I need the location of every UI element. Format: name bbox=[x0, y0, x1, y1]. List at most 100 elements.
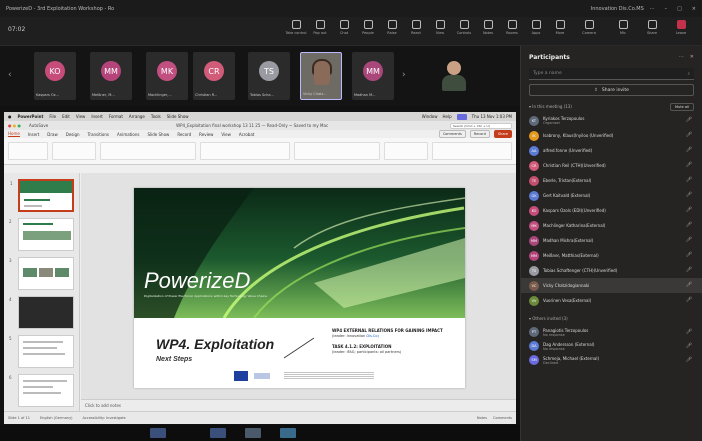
participant-row[interactable]: MM Madhan Mishra(External) 🎤︎ bbox=[521, 233, 702, 248]
participant-row[interactable]: KT Kyriakos Terzopoulos Organizer 🎤︎ bbox=[521, 113, 702, 128]
others-invited-section[interactable]: ▾ Others invited (3) bbox=[529, 314, 694, 323]
participant-row[interactable]: CR Christian Reil (CTH)(Unverified) 🎤︎ bbox=[521, 158, 702, 173]
participant-row[interactable]: PT Panagiotis Terzopoulos No response 🎤︎ bbox=[521, 325, 702, 339]
participant-row[interactable]: MM Meißner, Matthias(External) 🎤︎ bbox=[521, 248, 702, 263]
participant-row[interactable]: TE Eberle, Tristan(External) 🎤︎ bbox=[521, 173, 702, 188]
taskbar-app-icon[interactable] bbox=[150, 428, 166, 438]
menu-slideshow[interactable]: Slide Show bbox=[167, 114, 189, 119]
participant-video-tile[interactable]: Vicky Chatz... bbox=[300, 52, 342, 100]
font-group[interactable] bbox=[100, 142, 196, 160]
tab-design[interactable]: Design bbox=[66, 132, 80, 137]
autosave-toggle[interactable]: AutoSave bbox=[29, 123, 48, 128]
participant-search-input[interactable]: Type a name ⌕ bbox=[529, 68, 694, 80]
minimize-button[interactable]: – bbox=[665, 6, 668, 12]
slide-thumbnail[interactable]: 3 bbox=[9, 257, 74, 290]
close-button[interactable]: × bbox=[692, 6, 696, 12]
current-slide[interactable]: PowerizeD Digitalization of Power Electr… bbox=[134, 188, 465, 388]
chat-button[interactable]: Chat bbox=[332, 20, 356, 35]
more-options-button[interactable]: ··· bbox=[650, 6, 655, 12]
react-button[interactable]: React bbox=[404, 20, 428, 35]
taskbar-app-icon[interactable] bbox=[210, 428, 226, 438]
language-status[interactable]: English (Germany) bbox=[40, 416, 73, 420]
pop-out-button[interactable]: Pop out bbox=[308, 20, 332, 35]
mic-button[interactable]: Mic bbox=[606, 20, 640, 35]
gallery-next-icon[interactable]: › bbox=[402, 70, 406, 80]
apps-button[interactable]: Apps bbox=[524, 20, 548, 35]
participant-row[interactable]: AA alfred.fonne (Unverified) 🎤︎ bbox=[521, 143, 702, 158]
account-name[interactable]: Innovation Dis.Co.MS bbox=[591, 6, 644, 12]
view-button[interactable]: View bbox=[428, 20, 452, 35]
participant-tile[interactable]: MM Meißner, M... bbox=[90, 52, 132, 100]
tab-animations[interactable]: Animations bbox=[117, 132, 139, 137]
menu-file[interactable]: File bbox=[49, 114, 56, 119]
participant-row[interactable]: TS Tobias Schaftenger (CTH)(Unverified) 🎤︎ bbox=[521, 263, 702, 278]
comments-button[interactable]: Comments bbox=[438, 130, 466, 138]
participant-row[interactable]: GK Gert Kaitvald (External) 🎤︎ bbox=[521, 188, 702, 203]
acrobat-group[interactable] bbox=[432, 142, 512, 160]
in-meeting-section[interactable]: ▾ In this meeting (13) Mute all bbox=[529, 102, 694, 111]
drawing-group[interactable] bbox=[294, 142, 380, 160]
menu-edit[interactable]: Edit bbox=[62, 114, 70, 119]
participant-row[interactable]: VC Vicky Chatzidogiannaki 🎤︎ bbox=[521, 278, 702, 293]
menu-format[interactable]: Format bbox=[109, 114, 123, 119]
tab-draw[interactable]: Draw bbox=[47, 132, 57, 137]
share-invite-button[interactable]: ⇪ Share invite bbox=[529, 84, 694, 96]
participant-tile[interactable]: MM Madhan M... bbox=[352, 52, 394, 100]
tab-acrobat[interactable]: Acrobat bbox=[239, 132, 254, 137]
tab-insert[interactable]: Insert bbox=[28, 132, 39, 137]
slide-thumbnail[interactable]: 2 bbox=[9, 218, 74, 251]
menu-tools[interactable]: Tools bbox=[151, 114, 161, 119]
participant-row[interactable]: SM Schmeja, Michael (External) Declined 🎤︎ bbox=[521, 353, 702, 367]
taskbar-app-icon[interactable] bbox=[280, 428, 296, 438]
accessibility-status[interactable]: Accessibility: Investigate bbox=[83, 416, 126, 420]
tab-record[interactable]: Record bbox=[177, 132, 191, 137]
participant-tile[interactable]: CR Christian R... bbox=[193, 52, 235, 100]
tab-view[interactable]: View bbox=[221, 132, 231, 137]
slides-group[interactable] bbox=[52, 142, 96, 160]
paragraph-group[interactable] bbox=[200, 142, 290, 160]
tab-review[interactable]: Review bbox=[199, 132, 213, 137]
notes-toggle[interactable]: Notes bbox=[477, 416, 487, 420]
menu-window[interactable]: Window bbox=[422, 114, 438, 119]
record-button[interactable]: Record bbox=[469, 130, 490, 138]
close-icon[interactable]: ✕ bbox=[690, 54, 694, 60]
tab-home[interactable]: Home bbox=[8, 131, 20, 137]
menu-help[interactable]: Help bbox=[443, 114, 452, 119]
people-button[interactable]: People bbox=[356, 20, 380, 35]
participant-tile[interactable]: KO Kaspars Oz... bbox=[34, 52, 76, 100]
taskbar-app-icon[interactable] bbox=[245, 428, 261, 438]
ppt-search[interactable]: Search (Cmd + Ctrl + U) bbox=[450, 122, 512, 129]
tab-slideshow[interactable]: Slide Show bbox=[147, 132, 169, 137]
menu-app[interactable]: PowerPoint bbox=[18, 114, 44, 119]
maximize-button[interactable]: □ bbox=[677, 6, 682, 12]
participant-row[interactable]: DA Dag Andersson (External) No response 🎤︎ bbox=[521, 339, 702, 353]
mute-all-button[interactable]: Mute all bbox=[670, 102, 694, 111]
notes-pane[interactable]: Click to add notes bbox=[81, 399, 516, 411]
slide-thumbnail[interactable]: 6 bbox=[9, 374, 74, 407]
notes-button[interactable]: Notes bbox=[476, 20, 500, 35]
share-button[interactable]: Share bbox=[640, 20, 664, 35]
more-options-icon[interactable]: ··· bbox=[679, 54, 684, 60]
controls-button[interactable]: Controls bbox=[452, 20, 476, 35]
comments-toggle[interactable]: Comments bbox=[493, 416, 512, 420]
slide-thumbnail[interactable]: 5 bbox=[9, 335, 74, 368]
participant-row[interactable]: VV Vuorinen Vesa(External) 🎤︎ bbox=[521, 293, 702, 308]
menu-insert[interactable]: Insert bbox=[91, 114, 102, 119]
take-control-button[interactable]: Take control bbox=[284, 20, 308, 35]
leave-button[interactable]: Leave bbox=[664, 20, 698, 35]
ppt-share-button[interactable]: Share bbox=[493, 130, 512, 138]
slide-thumbnail[interactable]: 4 bbox=[9, 296, 74, 329]
clipboard-group[interactable] bbox=[8, 142, 48, 160]
menu-arrange[interactable]: Arrange bbox=[129, 114, 145, 119]
participant-tile[interactable]: MK Machlinger,... bbox=[146, 52, 188, 100]
camera-button[interactable]: Camera bbox=[572, 20, 606, 35]
participant-row[interactable]: IK Isabrony, Klaus(Inyiloo (Unverified) 🎤︎ bbox=[521, 128, 702, 143]
menu-view[interactable]: View bbox=[76, 114, 86, 119]
slide-thumbnail[interactable]: 1 bbox=[10, 179, 74, 212]
tab-transitions[interactable]: Transitions bbox=[88, 132, 109, 137]
rooms-button[interactable]: Rooms bbox=[500, 20, 524, 35]
gallery-prev-icon[interactable]: ‹ bbox=[8, 70, 12, 80]
participant-row[interactable]: MK Machlinger Katharina(External) 🎤︎ bbox=[521, 218, 702, 233]
more-button[interactable]: More bbox=[548, 20, 572, 35]
raise-hand-button[interactable]: Raise bbox=[380, 20, 404, 35]
